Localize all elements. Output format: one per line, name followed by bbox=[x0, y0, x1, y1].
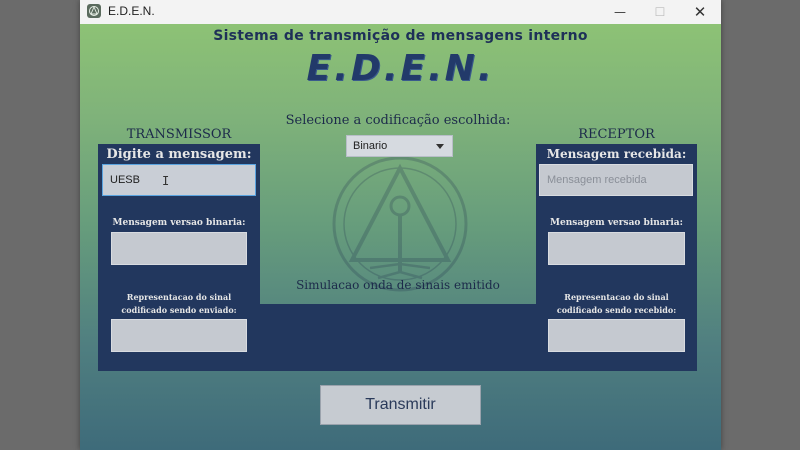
rx-signal-label-line1: Representacao do sinal bbox=[564, 292, 669, 302]
main-content: Sistema de transmição de mensagens inter… bbox=[80, 24, 721, 450]
encoding-select-value: Binario bbox=[353, 140, 388, 152]
chevron-down-icon bbox=[436, 144, 444, 149]
tx-signal-label-line1: Representacao do sinal bbox=[126, 292, 232, 302]
message-input[interactable]: UESB bbox=[102, 164, 256, 196]
simulation-label: Simulacao onda de sinais emitido bbox=[296, 278, 500, 292]
transmit-button[interactable]: Transmitir bbox=[320, 385, 481, 425]
transmitter-panel: Digite a mensagem: UESB Mensagem versao … bbox=[98, 144, 260, 371]
rx-signal-label-line2: codificado sendo recebido: bbox=[556, 305, 677, 315]
minimize-button[interactable]: — bbox=[600, 0, 640, 24]
received-message-label: Mensagem recebida: bbox=[546, 147, 687, 161]
tx-signal-field[interactable] bbox=[111, 319, 247, 352]
eden-logo: E.D.E.N. bbox=[306, 48, 495, 89]
window-title: E.D.E.N. bbox=[108, 4, 155, 18]
rx-binary-field[interactable] bbox=[548, 232, 685, 265]
tx-signal-label-line2: codificado sendo enviado: bbox=[121, 305, 237, 315]
eden-emblem-icon bbox=[332, 156, 468, 292]
app-window: E.D.E.N. — ☐ ✕ Sistema de transmição de … bbox=[80, 0, 721, 450]
bottom-band bbox=[260, 304, 536, 371]
transmitter-heading: TRANSMISSOR bbox=[126, 127, 232, 142]
receiver-heading: RECEPTOR bbox=[578, 127, 655, 142]
rx-binary-label: Mensagem versao binaria: bbox=[550, 218, 683, 228]
encoding-select[interactable]: Binario bbox=[346, 135, 453, 157]
maximize-button[interactable]: ☐ bbox=[640, 0, 680, 24]
rx-signal-field[interactable] bbox=[548, 319, 685, 352]
receiver-panel: Mensagem recebida: Mensagem recebida Men… bbox=[536, 144, 697, 371]
tx-binary-field[interactable] bbox=[111, 232, 247, 265]
system-title: Sistema de transmição de mensagens inter… bbox=[213, 28, 588, 44]
close-button[interactable]: ✕ bbox=[680, 0, 720, 24]
tx-binary-label: Mensagem versao binaria: bbox=[112, 218, 246, 228]
text-cursor-icon: I bbox=[162, 174, 170, 188]
app-logo-icon bbox=[87, 4, 101, 18]
title-bar: E.D.E.N. — ☐ ✕ bbox=[80, 0, 721, 24]
encoding-label: Selecione a codificação escolhida: bbox=[285, 113, 511, 128]
received-message-field[interactable]: Mensagem recebida bbox=[539, 164, 693, 196]
type-message-label: Digite a mensagem: bbox=[106, 147, 252, 162]
